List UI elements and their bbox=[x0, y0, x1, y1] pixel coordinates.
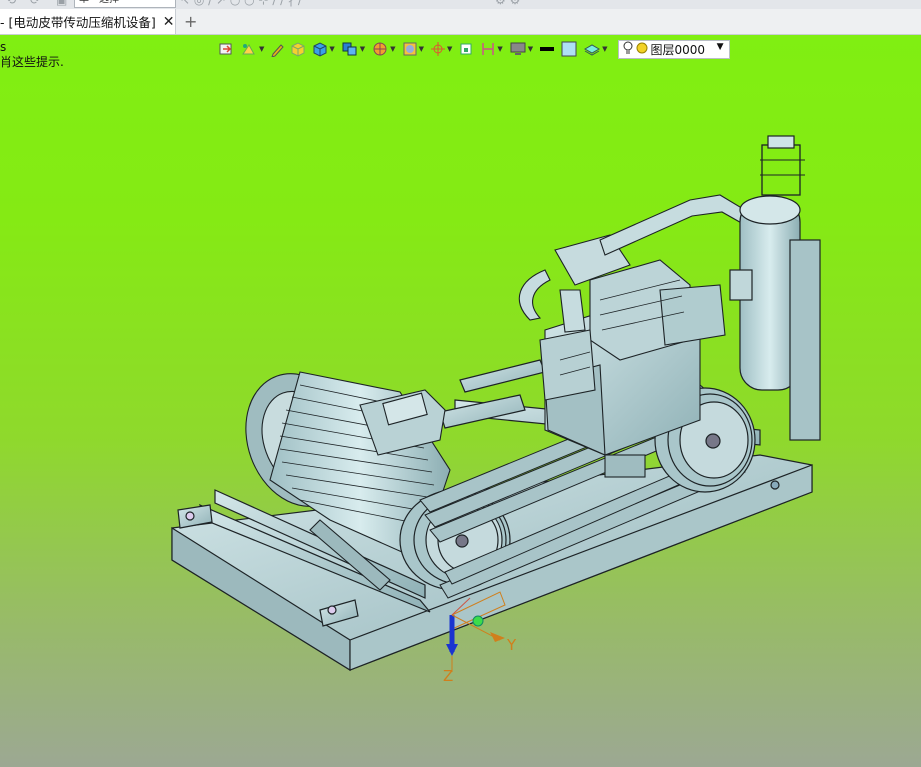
document-tab[interactable]: - [电动皮带传动压缩机设备] ✕ bbox=[0, 9, 176, 34]
receiver-tank bbox=[729, 135, 821, 441]
document-tab-strip: - [电动皮带传动压缩机设备] ✕ + bbox=[0, 9, 921, 35]
top-toolbar: ⟲ ⟳ ▣ 单一选择 ↖ ◎ / ↗ ○ ○ ⊹ ∕ ∕ ∤ ∕ ⚙ ⚙ bbox=[0, 0, 921, 9]
settings-icon[interactable]: ⚙ ⚙ bbox=[495, 0, 520, 7]
undo-icon[interactable]: ⟲ bbox=[6, 0, 16, 7]
new-tab-icon[interactable]: + bbox=[184, 12, 197, 31]
3d-viewport[interactable]: s 肖这些提示. ▼ ▼ ▼ ▼ ▼ ▼ ▼ ▼ ▼ 图层0000 ▼ Y Z bbox=[0, 35, 921, 767]
snap-icons[interactable]: ↖ ◎ / ↗ ○ ○ ⊹ ∕ ∕ ∤ ∕ bbox=[180, 0, 302, 7]
filter-icon[interactable]: ▣ bbox=[56, 0, 67, 7]
compressor-model[interactable] bbox=[0, 35, 921, 767]
axis-label-y: Y bbox=[507, 636, 517, 654]
redo-icon[interactable]: ⟳ bbox=[30, 0, 40, 7]
selection-filter-select[interactable]: 单一选择 bbox=[74, 0, 176, 8]
close-tab-icon[interactable]: ✕ bbox=[163, 14, 175, 30]
axis-label-z: Z bbox=[443, 667, 454, 685]
document-tab-title: - [电动皮带传动压缩机设备] bbox=[0, 15, 156, 30]
